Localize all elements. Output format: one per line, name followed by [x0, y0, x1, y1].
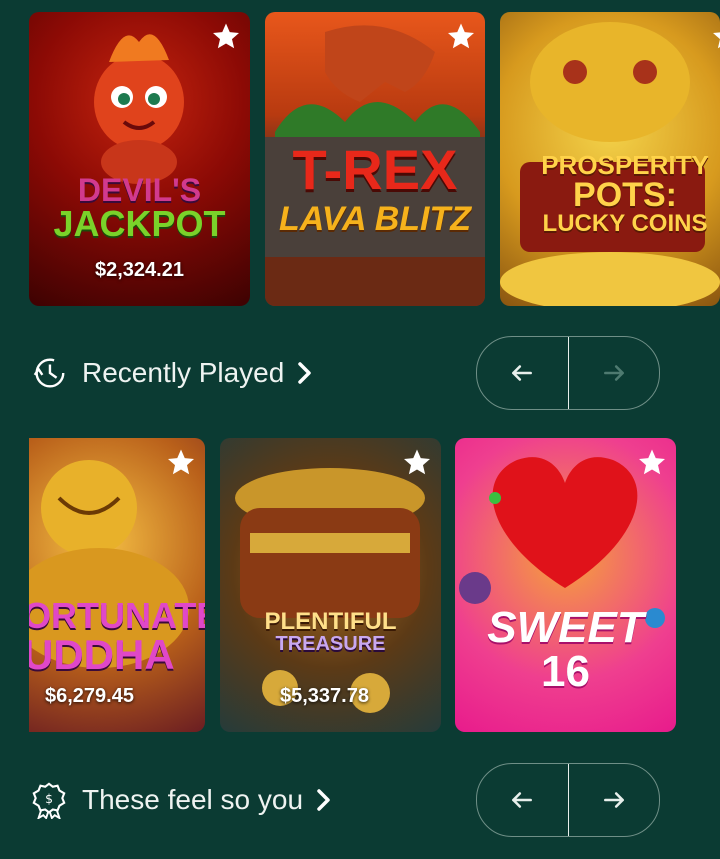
game-title-line2: LAVA BLITZ [279, 200, 471, 238]
favorite-button[interactable] [401, 446, 433, 478]
game-title-line1: DEVIL'S [77, 172, 202, 208]
game-title: DEVIL'S JACKPOT [29, 174, 250, 242]
game-title-line2: TREASURE [275, 633, 386, 655]
jackpot-amount: $5,337.78 [280, 685, 369, 707]
game-title: PROSPERITY POTS: LUCKY COINS [500, 152, 720, 236]
previous-button[interactable] [477, 764, 569, 836]
game-title-line2: UDDHA [29, 631, 175, 678]
game-card-sweet-16[interactable]: SWEET 16 [455, 438, 676, 732]
recently-played-header: Recently Played [30, 336, 690, 410]
game-card-plentiful-treasure[interactable]: PLENTIFUL TREASURE $5,337.78 [220, 438, 441, 732]
game-card-prosperity-pots-lucky-coins[interactable]: PROSPERITY POTS: LUCKY COINS [500, 12, 720, 306]
history-clock-icon [33, 358, 65, 388]
favorite-button[interactable] [445, 20, 477, 52]
carousel-pager [476, 336, 660, 410]
chevron-right-icon[interactable] [315, 788, 333, 812]
game-title: T-REX LAVA BLITZ [265, 138, 485, 238]
game-title-line1: ORTUNATE [29, 595, 205, 636]
arrow-left-icon [512, 792, 533, 808]
section-title[interactable]: These feel so you [82, 784, 303, 816]
arrow-right-icon [603, 792, 624, 808]
game-carousel-recently-played: ORTUNATE UDDHA $6,279.45 PLENTIFUL TREAS… [0, 438, 720, 734]
previous-button[interactable] [477, 337, 569, 409]
favorite-button[interactable] [710, 20, 720, 52]
game-title-line1: T-REX [292, 138, 458, 201]
game-carousel-top: DEVIL'S JACKPOT $2,324.21 T-REX LAVA BLI… [0, 12, 720, 308]
game-title: ORTUNATE UDDHA [29, 598, 205, 676]
carousel-pager [476, 763, 660, 837]
game-card-fortunate-buddha[interactable]: ORTUNATE UDDHA $6,279.45 [29, 438, 205, 732]
game-title: SWEET 16 [455, 606, 676, 694]
game-title-line3: LUCKY COINS [542, 210, 708, 237]
star-icon [213, 23, 239, 49]
star-icon [404, 449, 430, 475]
game-title-line2: POTS: [573, 176, 677, 214]
game-title-line1: SWEET [487, 603, 644, 652]
arrow-left-icon [512, 365, 533, 381]
game-card-devils-jackpot[interactable]: DEVIL'S JACKPOT $2,324.21 [29, 12, 250, 306]
jackpot-amount: $2,324.21 [95, 259, 184, 281]
game-title-line2: JACKPOT [53, 203, 226, 244]
favorite-button[interactable] [210, 20, 242, 52]
game-card-t-rex-lava-blitz[interactable]: T-REX LAVA BLITZ [265, 12, 485, 306]
svg-text:$: $ [45, 792, 53, 806]
star-icon [168, 449, 194, 475]
game-title-line1: PLENTIFUL [264, 608, 397, 635]
star-icon [639, 449, 665, 475]
game-title: PLENTIFUL TREASURE [220, 608, 441, 655]
star-icon [448, 23, 474, 49]
section-title[interactable]: Recently Played [82, 357, 284, 389]
star-icon [713, 32, 720, 49]
next-button[interactable] [569, 337, 660, 409]
next-button[interactable] [569, 764, 660, 836]
game-title-line2: 16 [541, 647, 590, 696]
game-title-line1: PROSPERITY [541, 150, 709, 180]
jackpot-amount: $6,279.45 [45, 685, 134, 707]
arrow-right-icon [603, 365, 624, 381]
these-feel-so-you-header: $ These feel so you [30, 763, 690, 837]
chevron-right-icon[interactable] [296, 361, 314, 385]
dollar-award-icon: $ [32, 782, 66, 819]
favorite-button[interactable] [165, 446, 197, 478]
favorite-button[interactable] [636, 446, 668, 478]
